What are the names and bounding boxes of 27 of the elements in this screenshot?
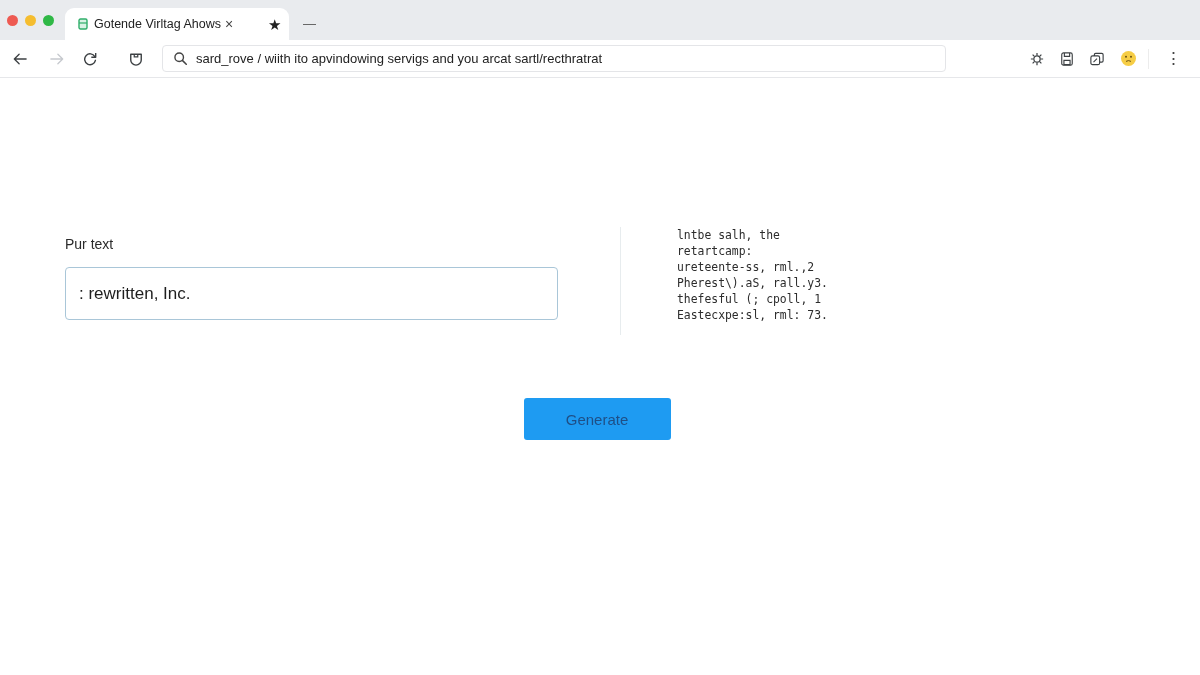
bookmark-star-button[interactable]: ★ (268, 16, 281, 32)
document-icon (78, 18, 88, 30)
field-label: Pur text (65, 236, 115, 252)
shield-icon[interactable] (129, 51, 143, 66)
output-text-line: Pherest\).aS, rall.y3. (677, 275, 828, 291)
floppy-disk-icon[interactable] (1060, 51, 1074, 66)
output-text-line: lntbe salh, the (677, 227, 781, 243)
reload-icon[interactable] (83, 51, 97, 66)
window-dot-icon[interactable] (25, 15, 36, 26)
output-text-line: retartcamp: (677, 243, 754, 259)
tab-title: Gotende Virltag Ahows (94, 17, 221, 31)
gear-icon[interactable] (1030, 51, 1044, 66)
text-input[interactable]: : rewritten, Inc. (65, 267, 558, 320)
copy-icon[interactable] (1090, 51, 1104, 66)
search-icon (174, 52, 187, 65)
browser-tab[interactable]: Gotende Virltag Ahows × ★ (65, 8, 289, 40)
window-dot-icon[interactable] (7, 15, 18, 26)
new-tab-button[interactable]: — (303, 17, 316, 30)
address-bar[interactable]: sard_rove / wiith ito apvindowing servigs and you arcat sartl/recthratrat (162, 45, 946, 72)
window-dot-icon[interactable] (43, 15, 54, 26)
output-text-line: ureteente-ss, rml.,2 (677, 259, 816, 275)
back-arrow-icon[interactable] (13, 51, 27, 66)
output-text-line: Eastecxpe:sl, rml: 73. (677, 307, 828, 323)
emoji-face-icon[interactable] (1121, 51, 1136, 66)
tab-close-button[interactable]: × (224, 17, 234, 31)
menu-button[interactable]: ⋮ (1165, 50, 1182, 67)
output-text-line: thefesful (; cpoll, 1 (677, 291, 822, 307)
